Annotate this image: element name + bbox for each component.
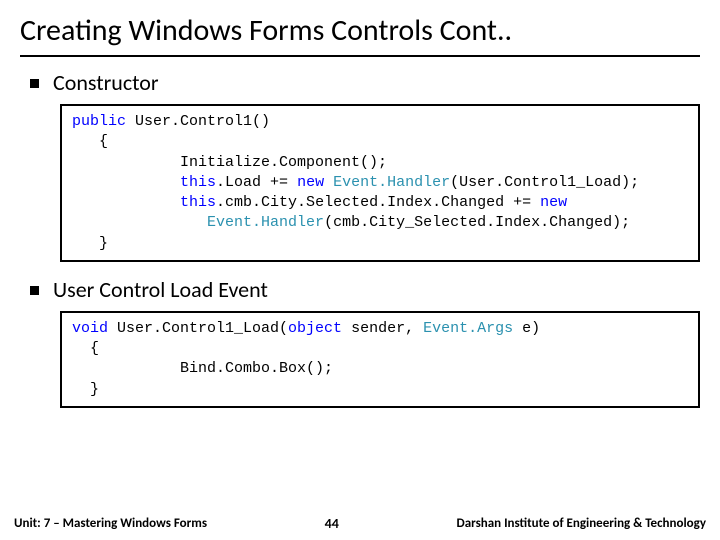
code-text: sender, [342, 320, 423, 337]
code-text: User.Control1_Load( [108, 320, 288, 337]
type-eventargs: Event.Args [423, 320, 513, 337]
code-text [72, 194, 180, 211]
code-text: e) [513, 320, 540, 337]
footer-page-number: 44 [325, 515, 339, 532]
code-text [72, 174, 180, 191]
section-label: Constructor [53, 69, 159, 96]
code-text: .cmb.City.Selected.Index.Changed += [216, 194, 540, 211]
type-eventhandler: Event.Handler [333, 174, 450, 191]
slide-title: Creating Windows Forms Controls Cont.. [20, 14, 700, 57]
bullet-icon [30, 286, 39, 295]
kw-new: new [297, 174, 324, 191]
slide: Creating Windows Forms Controls Cont.. C… [0, 0, 720, 540]
kw-void: void [72, 320, 108, 337]
section-constructor: Constructor [30, 69, 700, 96]
kw-this: this [180, 194, 216, 211]
kw-public: public [72, 113, 126, 130]
footer-unit: Unit: 7 – Mastering Windows Forms [14, 516, 207, 531]
code-text: (cmb.City_Selected.Index.Changed); [324, 214, 630, 231]
section-label: User Control Load Event [53, 276, 268, 303]
code-text: { [72, 133, 108, 150]
code-text [72, 214, 207, 231]
kw-this: this [180, 174, 216, 191]
code-text: .Load += [216, 174, 297, 191]
bullet-icon [30, 79, 39, 88]
code-block-load-event: void User.Control1_Load(object sender, E… [60, 311, 700, 408]
code-text [324, 174, 333, 191]
code-text: Initialize.Component(); [72, 154, 387, 171]
kw-new: new [540, 194, 567, 211]
footer: Unit: 7 – Mastering Windows Forms 44 Dar… [0, 515, 720, 532]
type-eventhandler: Event.Handler [207, 214, 324, 231]
code-text: Bind.Combo.Box(); [72, 360, 333, 377]
section-load-event: User Control Load Event [30, 276, 700, 303]
code-text: User.Control1() [126, 113, 270, 130]
code-text: { [72, 340, 99, 357]
code-text: } [72, 381, 99, 398]
code-text: (User.Control1_Load); [450, 174, 639, 191]
kw-object: object [288, 320, 342, 337]
footer-org: Darshan Institute of Engineering & Techn… [457, 516, 707, 531]
code-block-constructor: public User.Control1() { Initialize.Comp… [60, 104, 700, 262]
code-text: } [72, 235, 108, 252]
